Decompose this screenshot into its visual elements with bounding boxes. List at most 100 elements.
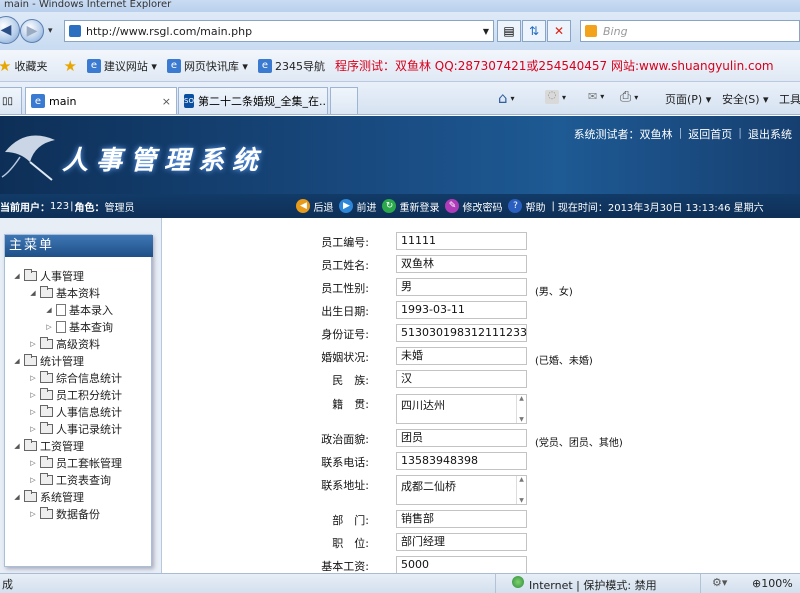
- add-favorite-button[interactable]: ★: [63, 57, 76, 75]
- menu-node[interactable]: ▷ 工资表查询: [29, 472, 111, 488]
- textarea-scrollbar[interactable]: ▲ ▼: [516, 476, 526, 504]
- expanded-arrow-icon[interactable]: ◢: [29, 289, 37, 297]
- menu-node-label: 高级资料: [56, 338, 100, 351]
- field-input[interactable]: 男: [396, 278, 527, 296]
- expanded-arrow-icon[interactable]: ◢: [13, 442, 21, 450]
- field-input[interactable]: 销售部: [396, 510, 527, 528]
- logout-link[interactable]: 退出系统: [748, 126, 792, 142]
- field-input[interactable]: 双鱼林: [396, 255, 527, 273]
- collapsed-arrow-icon[interactable]: ▷: [29, 510, 37, 518]
- menu-node[interactable]: ▷ 人事记录统计: [29, 421, 122, 437]
- star-icon: ★: [0, 56, 12, 75]
- fav-item-2345[interactable]: e 2345导航: [257, 58, 325, 74]
- fav-item-label: 网页快讯库 ▾: [183, 59, 248, 73]
- field-input[interactable]: 5000: [396, 556, 527, 574]
- menu-node[interactable]: ▷ 数据备份: [29, 506, 100, 522]
- menu-node[interactable]: ▷ 综合信息统计: [29, 370, 122, 386]
- collapsed-arrow-icon[interactable]: ▷: [29, 391, 37, 399]
- forward-link[interactable]: ▶ 前进: [339, 199, 376, 214]
- favorites-button[interactable]: ★ 收藏夹: [0, 57, 47, 75]
- add-ons-icon[interactable]: ⚙▾: [712, 576, 727, 589]
- textarea-scrollbar[interactable]: ▲ ▼: [516, 395, 526, 423]
- tester-label: 系统测试者：双鱼林: [573, 128, 673, 141]
- menu-node[interactable]: ◢ 人事管理: [13, 268, 84, 284]
- new-tab-button[interactable]: [330, 87, 358, 114]
- menu-node-label: 基本查询: [69, 321, 113, 334]
- collapsed-arrow-icon[interactable]: ▷: [29, 374, 37, 382]
- field-hint: (已婚、未婚): [535, 356, 593, 367]
- field-value: 四川达州: [401, 399, 445, 412]
- menu-node[interactable]: ◢ 统计管理: [13, 353, 84, 369]
- bird-logo-icon: [1, 135, 55, 181]
- menu-node[interactable]: ◢ 基本录入: [45, 302, 113, 318]
- menu-node[interactable]: ▷ 员工积分统计: [29, 387, 122, 403]
- compatibility-view-icon[interactable]: ▤: [497, 20, 521, 42]
- field-label: 出生日期:: [321, 305, 369, 318]
- scroll-down-icon[interactable]: ▼: [519, 416, 524, 423]
- page-menu[interactable]: 页面(P) ▾: [665, 91, 711, 107]
- menu-node[interactable]: ▷ 人事信息统计: [29, 404, 122, 420]
- back-link[interactable]: ◀ 后退: [296, 199, 333, 214]
- tools-menu-label: 工具: [779, 93, 800, 106]
- field-textarea[interactable]: 成都二仙桥 ▲ ▼: [396, 475, 527, 505]
- menu-node[interactable]: ▷ 基本查询: [45, 319, 113, 335]
- folder-icon: [24, 354, 37, 366]
- field-value: 5000: [401, 558, 429, 571]
- tab-main[interactable]: e main ×: [25, 87, 177, 114]
- collapsed-arrow-icon[interactable]: ▷: [29, 408, 37, 416]
- field-input[interactable]: 未婚: [396, 347, 527, 365]
- tools-menu[interactable]: 工具: [779, 91, 800, 107]
- field-input[interactable]: 汉: [396, 370, 527, 388]
- field-input[interactable]: 部门经理: [396, 533, 527, 551]
- change-password-link[interactable]: ✎ 修改密码: [445, 199, 502, 214]
- refresh-icon[interactable]: ⇅: [522, 20, 546, 42]
- scroll-down-icon[interactable]: ▼: [519, 497, 524, 504]
- folder-icon: [24, 439, 37, 451]
- collapsed-arrow-icon[interactable]: ▷: [29, 476, 37, 484]
- collapsed-arrow-icon[interactable]: ▷: [29, 459, 37, 467]
- field-input[interactable]: 11111: [396, 232, 527, 250]
- zoom-control[interactable]: ⊕100%: [752, 577, 793, 590]
- menu-node[interactable]: ◢ 系统管理: [13, 489, 84, 505]
- collapsed-arrow-icon[interactable]: ▷: [45, 323, 53, 331]
- expanded-arrow-icon[interactable]: ◢: [45, 306, 53, 314]
- history-dropdown-icon[interactable]: ▾: [48, 26, 53, 36]
- field-textarea[interactable]: 四川达州 ▲ ▼: [396, 394, 527, 424]
- tab-video[interactable]: SO 第二十二条婚规_全集_在...: [178, 87, 328, 114]
- home-button[interactable]: ⌂ ▾: [498, 89, 515, 107]
- fav-item-webslice[interactable]: e 网页快讯库 ▾: [166, 58, 248, 74]
- scroll-up-icon[interactable]: ▲: [519, 476, 524, 483]
- folder-icon: [40, 473, 53, 485]
- scroll-up-icon[interactable]: ▲: [519, 395, 524, 402]
- quick-tabs-button[interactable]: ▯▯: [0, 87, 22, 114]
- fav-item-suggested[interactable]: e 建议网站 ▾: [86, 58, 157, 74]
- back-button[interactable]: ◀: [0, 16, 20, 44]
- stop-icon[interactable]: ✕: [547, 20, 571, 42]
- safety-menu[interactable]: 安全(S) ▾: [722, 91, 769, 107]
- feeds-button[interactable]: ◌ ▾: [545, 90, 566, 104]
- field-input[interactable]: 1993-03-11: [396, 301, 527, 319]
- address-bar[interactable]: http://www.rsgl.com/main.php ▼: [64, 20, 494, 42]
- expanded-arrow-icon[interactable]: ◢: [13, 272, 21, 280]
- collapsed-arrow-icon[interactable]: ▷: [29, 425, 37, 433]
- help-link[interactable]: ? 帮助: [508, 199, 545, 214]
- menu-node[interactable]: ◢ 基本资料: [29, 285, 100, 301]
- close-tab-icon[interactable]: ×: [162, 95, 171, 108]
- menu-node[interactable]: ◢ 工资管理: [13, 438, 84, 454]
- field-input[interactable]: 13583948398: [396, 452, 527, 470]
- home-link[interactable]: 返回首页: [688, 126, 732, 142]
- expanded-arrow-icon[interactable]: ◢: [13, 493, 21, 501]
- forward-button[interactable]: ▶: [20, 19, 44, 43]
- print-button[interactable]: ⎙ ▾: [620, 89, 638, 105]
- mail-button[interactable]: ✉ ▾: [588, 90, 604, 103]
- menu-node[interactable]: ▷ 员工套帐管理: [29, 455, 122, 471]
- search-input[interactable]: Bing: [580, 20, 800, 42]
- relogin-link[interactable]: ↻ 重新登录: [382, 199, 439, 214]
- expanded-arrow-icon[interactable]: ◢: [13, 357, 21, 365]
- field-input[interactable]: 团员: [396, 429, 527, 447]
- address-dropdown-icon[interactable]: ▼: [483, 27, 489, 36]
- menu-node[interactable]: ▷ 高级资料: [29, 336, 100, 352]
- collapsed-arrow-icon[interactable]: ▷: [29, 340, 37, 348]
- field-input[interactable]: 513030198312111233: [396, 324, 527, 342]
- folder-icon: [40, 337, 53, 349]
